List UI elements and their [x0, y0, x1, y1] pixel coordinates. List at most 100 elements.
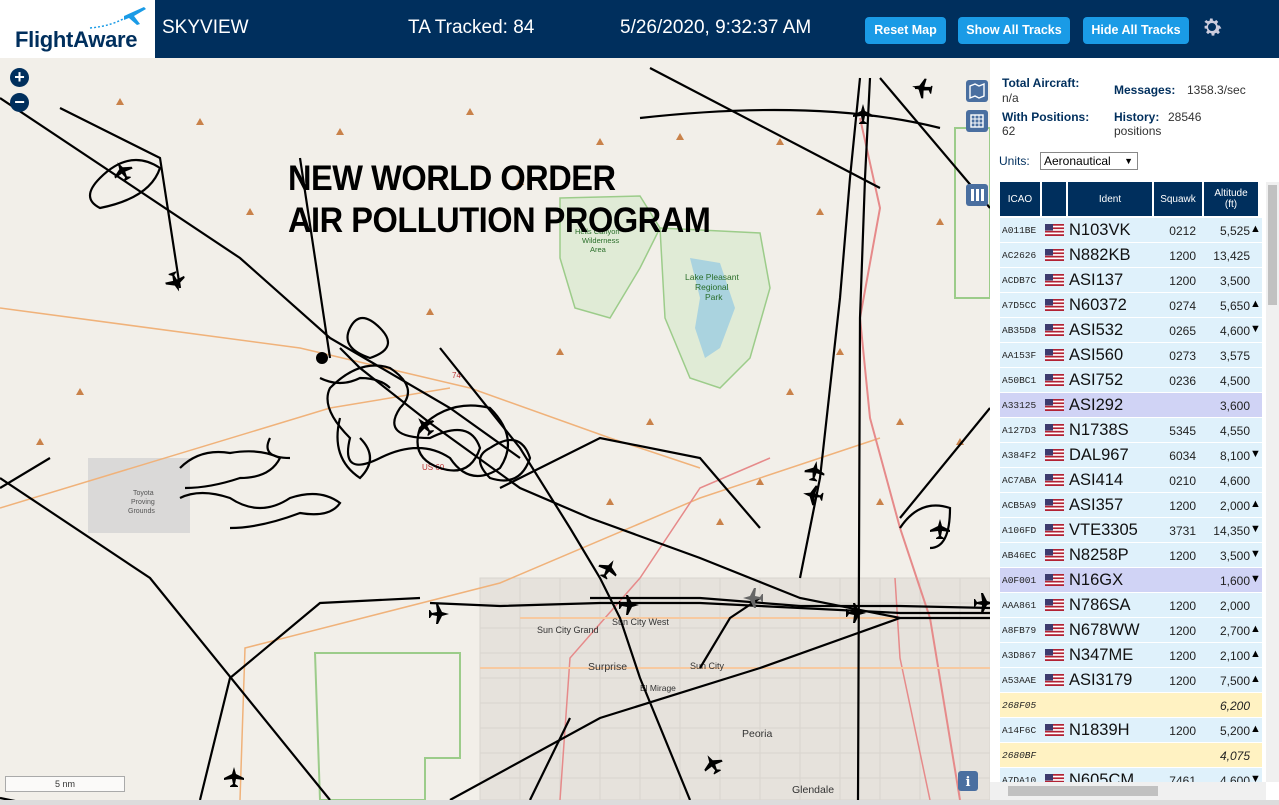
table-row[interactable]: A0F001 N16GX 1,600 ▼	[1000, 568, 1262, 592]
reset-map-button[interactable]: Reset Map	[865, 17, 946, 44]
show-all-tracks-button[interactable]: Show All Tracks	[958, 17, 1070, 44]
ident-cell: N1738S	[1069, 421, 1129, 439]
sun-city-label: Sun City	[690, 661, 725, 671]
us-flag-icon	[1045, 249, 1064, 261]
altitude-trend-icon: ▲	[1250, 298, 1261, 310]
us-flag-icon	[1045, 674, 1064, 686]
altitude-trend-icon: ▼	[1250, 548, 1261, 560]
horizontal-scrollbar[interactable]	[990, 782, 1266, 800]
altitude-cell: 5,525	[1219, 224, 1250, 238]
table-scrollbar[interactable]	[1266, 182, 1279, 782]
ident-cell: N16GX	[1069, 571, 1124, 589]
bottom-strip	[0, 800, 1279, 805]
table-row[interactable]: A33125 ASI292 3,600	[1000, 393, 1262, 417]
column-header-icao[interactable]: ICAO	[1000, 182, 1040, 216]
current-datetime: 5/26/2020, 9:32:37 AM	[620, 17, 812, 38]
map-view[interactable]: Lake Pleasant Regional Park Hells Canyon…	[0, 58, 990, 800]
history-value: 28546	[1168, 110, 1202, 124]
table-row[interactable]: 2680BF 4,075	[1000, 743, 1262, 767]
horizontal-scrollbar-thumb[interactable]	[1008, 786, 1158, 796]
scrollbar-thumb[interactable]	[1268, 185, 1277, 305]
table-row[interactable]: A53AAE ASI3179 1200 7,500 ▲	[1000, 668, 1262, 692]
altitude-trend-icon: ▼	[1250, 448, 1261, 460]
ident-cell: ASI3179	[1069, 671, 1133, 689]
units-select[interactable]: Aeronautical ▼	[1040, 152, 1138, 170]
icao-cell: AB46EC	[1002, 550, 1037, 561]
icao-cell: AC7ABA	[1002, 475, 1037, 486]
table-row[interactable]: AB35D8 ASI532 0265 4,600 ▼	[1000, 318, 1262, 342]
flightaware-logo[interactable]: FlightAware	[0, 0, 155, 58]
scale-bar: 5 nm	[5, 776, 125, 792]
aircraft-panel: Total Aircraft: n/a With Positions: 62 M…	[990, 58, 1279, 800]
lake-pleasant-label-1: Lake Pleasant	[685, 272, 740, 282]
peoria-label: Peoria	[742, 728, 773, 740]
gear-icon[interactable]	[1200, 15, 1224, 39]
info-icon: i	[966, 775, 971, 790]
ident-cell: ASI532	[1069, 321, 1124, 339]
columns-toggle-button[interactable]	[966, 184, 988, 206]
history-label: History:	[1114, 110, 1160, 124]
column-header-ident[interactable]: Ident	[1068, 182, 1152, 216]
table-row[interactable]: 268F05 6,200	[1000, 693, 1262, 717]
table-row[interactable]: ACB5A9 ASI357 1200 2,000 ▲	[1000, 493, 1262, 517]
squawk-cell: 1200	[1169, 499, 1196, 513]
altitude-cell: 5,200	[1219, 724, 1250, 738]
table-row[interactable]: AA153F ASI560 0273 3,575	[1000, 343, 1262, 367]
table-row[interactable]: A7D5CC N60372 0274 5,650 ▲	[1000, 293, 1262, 317]
column-header-altitude[interactable]: Altitude (ft)	[1204, 182, 1258, 216]
table-row[interactable]: A8FB79 N678WW 1200 2,700 ▲	[1000, 618, 1262, 642]
altitude-trend-icon: ▲	[1250, 498, 1261, 510]
table-row[interactable]: A384F2 DAL967 6034 8,100 ▼	[1000, 443, 1262, 467]
ident-cell: ASI357	[1069, 496, 1124, 514]
squawk-cell: 5345	[1169, 424, 1196, 438]
altitude-cell: 6,200	[1219, 699, 1250, 713]
lake-pleasant-label-2: Regional	[695, 282, 729, 292]
icao-cell: A14F6C	[1002, 725, 1037, 736]
altitude-cell: 13,425	[1213, 249, 1250, 263]
info-button[interactable]: i	[958, 771, 978, 791]
hide-all-tracks-button[interactable]: Hide All Tracks	[1083, 17, 1189, 44]
table-row[interactable]: A011BE N103VK 0212 5,525 ▲	[1000, 218, 1262, 242]
ident-cell: N1839H	[1069, 721, 1130, 739]
parkland-south	[313, 652, 461, 800]
map-grid-button[interactable]	[966, 110, 988, 132]
squawk-cell: 6034	[1169, 449, 1196, 463]
altitude-cell: 4,500	[1219, 374, 1250, 388]
icao-cell: A33125	[1002, 400, 1037, 411]
table-row[interactable]: A14F6C N1839H 1200 5,200 ▲	[1000, 718, 1262, 742]
altitude-trend-icon: ▼	[1250, 323, 1261, 335]
us-flag-icon	[1045, 449, 1064, 461]
column-header-squawk[interactable]: Squawk	[1154, 182, 1202, 216]
table-row[interactable]: AAA861 N786SA 1200 2,000	[1000, 593, 1262, 617]
units-selected-value: Aeronautical	[1044, 154, 1111, 168]
aircraft-icon	[803, 485, 824, 506]
squawk-cell: 0273	[1169, 349, 1196, 363]
us-flag-icon	[1045, 374, 1064, 386]
table-row[interactable]: A50BC1 ASI752 0236 4,500	[1000, 368, 1262, 392]
zoom-out-button[interactable]: −	[10, 93, 29, 112]
us-flag-icon	[1045, 724, 1064, 736]
zoom-in-button[interactable]: +	[10, 68, 29, 87]
caption-line-1: NEW WORLD ORDER	[288, 159, 616, 198]
ident-cell: N786SA	[1069, 596, 1131, 614]
altitude-cell: 2,100	[1219, 649, 1250, 663]
column-header-flag[interactable]	[1042, 182, 1066, 216]
table-row[interactable]: A127D3 N1738S 5345 4,550	[1000, 418, 1262, 442]
icao-cell: ACDB7C	[1002, 275, 1037, 286]
table-row[interactable]: AB46EC N8258P 1200 3,500 ▼	[1000, 543, 1262, 567]
logo-text: FlightAware	[15, 27, 138, 52]
table-row[interactable]: A3D867 N347ME 1200 2,100 ▲	[1000, 643, 1262, 667]
table-row[interactable]: AC2626 N882KB 1200 13,425	[1000, 243, 1262, 267]
svg-text:i: i	[966, 775, 971, 790]
table-row[interactable]: A106FD VTE3305 3731 14,350 ▼	[1000, 518, 1262, 542]
altitude-cell: 3,500	[1219, 274, 1250, 288]
ident-cell: ASI414	[1069, 471, 1124, 489]
table-row[interactable]: AC7ABA ASI414 0210 4,600	[1000, 468, 1262, 492]
table-row[interactable]: ACDB7C ASI137 1200 3,500	[1000, 268, 1262, 292]
icao-cell: A8FB79	[1002, 625, 1037, 636]
total-aircraft-label: Total Aircraft:	[1002, 76, 1080, 90]
history-unit: positions	[1114, 124, 1162, 138]
map-layers-button[interactable]	[966, 80, 988, 102]
hells-canyon-label-3: Area	[590, 245, 607, 254]
icao-cell: ACB5A9	[1002, 500, 1037, 511]
